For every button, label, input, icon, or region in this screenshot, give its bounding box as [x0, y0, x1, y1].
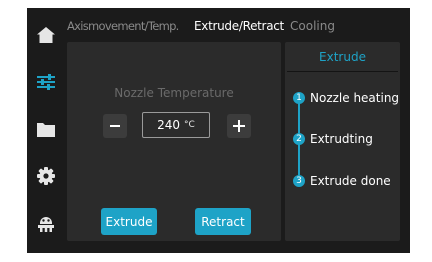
plus-icon [233, 120, 245, 132]
status-divider [287, 71, 398, 72]
printer-screen: Axismovement/Temp. Extrude/Retract Cooli… [27, 8, 410, 253]
tab-cooling[interactable]: Cooling [290, 16, 335, 38]
step-number-badge: 3 [293, 175, 305, 187]
sidebar-item-files[interactable] [36, 119, 56, 139]
step-extruding: 2 Extrudting [293, 132, 373, 146]
tab-bar: Axismovement/Temp. Extrude/Retract Cooli… [67, 8, 410, 38]
robot-icon [38, 217, 54, 232]
extrude-control-panel: Nozzle Temperature 240 °C Extrude Retrac… [67, 42, 281, 241]
temperature-value: 240 [157, 118, 181, 132]
retract-button[interactable]: Retract [195, 208, 251, 235]
extrude-button[interactable]: Extrude [101, 208, 157, 235]
sidebar [27, 8, 65, 253]
sliders-icon [37, 74, 55, 90]
home-icon [37, 27, 55, 43]
sidebar-item-controls[interactable] [36, 72, 56, 92]
gear-icon [37, 167, 55, 185]
step-extrude-done: 3 Extrude done [293, 174, 391, 188]
increase-temperature-button[interactable] [227, 114, 251, 138]
step-label: Nozzle heating [310, 91, 400, 105]
tab-extrude-retract[interactable]: Extrude/Retract [194, 16, 284, 38]
step-number-badge: 1 [293, 92, 305, 104]
temperature-unit: °C [184, 120, 195, 130]
sidebar-item-device[interactable] [36, 213, 56, 233]
folder-icon [37, 122, 55, 137]
extrude-status-panel: Extrude 1 Nozzle heating 2 Extrudting 3 … [285, 42, 400, 241]
tab-axis-movement-temp[interactable]: Axismovement/Temp. [67, 16, 179, 38]
temperature-input[interactable]: 240 °C [142, 112, 210, 138]
nozzle-temperature-label: Nozzle Temperature [114, 86, 234, 100]
decrease-temperature-button[interactable] [103, 114, 127, 138]
sidebar-item-settings[interactable] [36, 166, 56, 186]
step-label: Extrude done [310, 174, 391, 188]
status-panel-title: Extrude [319, 50, 366, 64]
minus-icon [110, 125, 120, 127]
sidebar-item-home[interactable] [36, 25, 56, 45]
step-nozzle-heating: 1 Nozzle heating [293, 91, 399, 105]
step-number-badge: 2 [293, 133, 305, 145]
step-label: Extrudting [310, 132, 373, 146]
